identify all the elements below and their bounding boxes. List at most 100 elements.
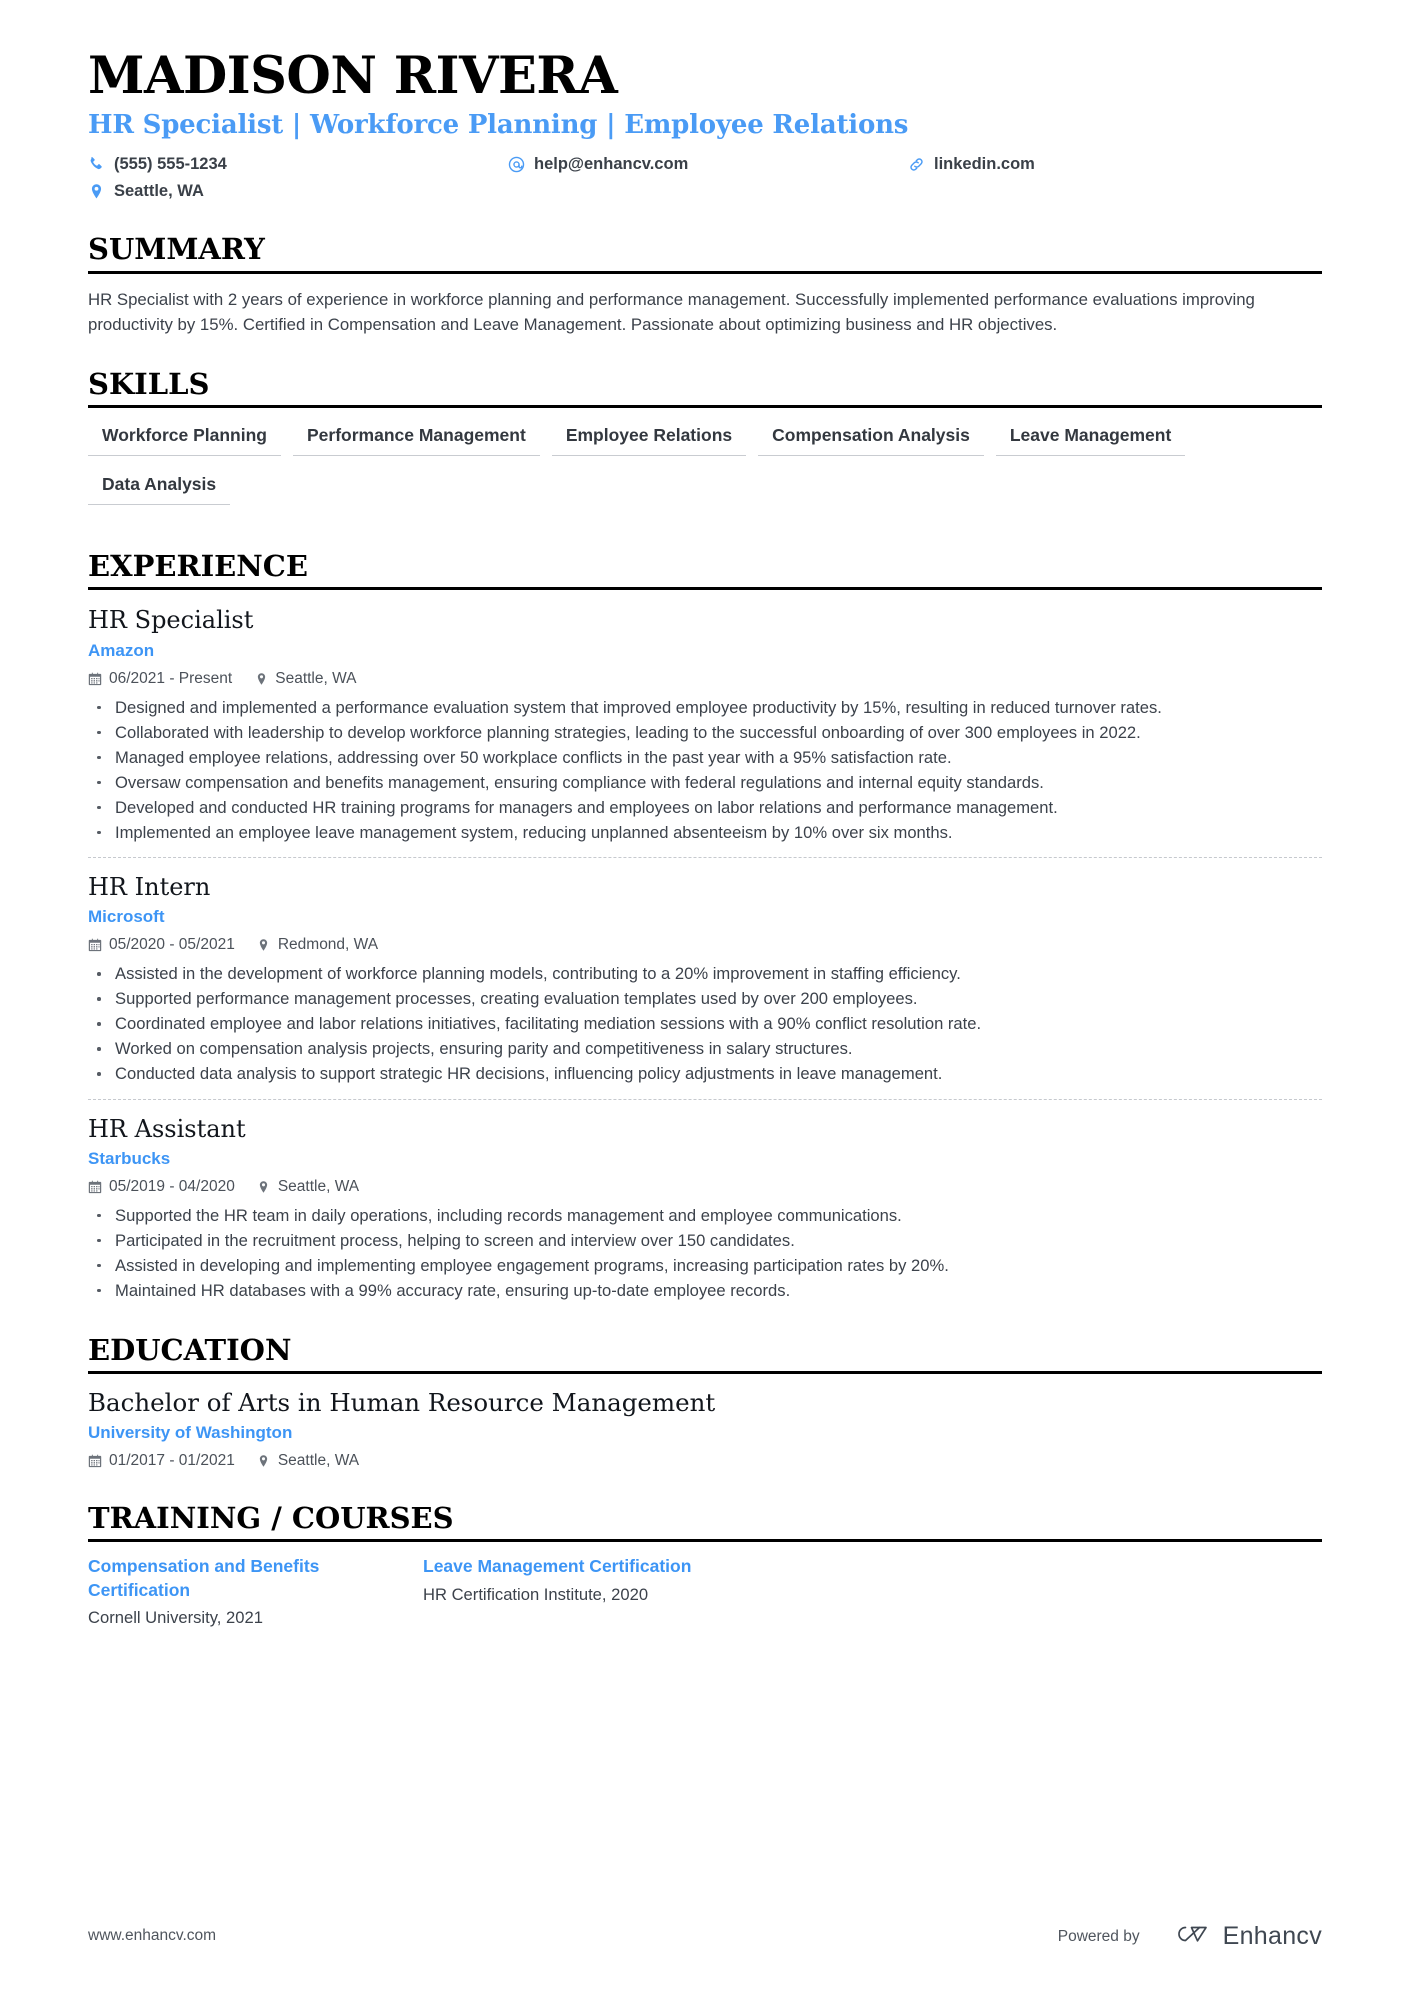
section-experience: EXPERIENCE HR Specialist Amazon 06/2021 … <box>88 549 1322 1303</box>
skills-list: Workforce Planning Performance Managemen… <box>88 421 1322 519</box>
skill-tag: Workforce Planning <box>88 421 281 457</box>
section-training: TRAINING / COURSES Compensation and Bene… <box>88 1501 1322 1629</box>
powered-by-label: Powered by <box>1057 1927 1140 1945</box>
contact-email-text: help@enhancv.com <box>534 154 689 173</box>
calendar-icon <box>88 938 102 953</box>
job-dates: 05/2020 - 05/2021 <box>88 935 235 955</box>
bullet-item: Assisted in the development of workforce… <box>88 962 1320 986</box>
location-icon <box>88 183 105 200</box>
bullet-item: Managed employee relations, addressing o… <box>88 746 1320 770</box>
job-location-text: Seattle, WA <box>275 669 357 687</box>
resume-page: MADISON RIVERA HR Specialist | Workforce… <box>0 0 1410 1995</box>
job-location-text: Redmond, WA <box>277 936 379 954</box>
skill-tag: Data Analysis <box>88 470 231 506</box>
courses-list: Compensation and Benefits Certification … <box>88 1555 1322 1629</box>
contact-email[interactable]: help@enhancv.com <box>508 153 908 175</box>
course-provider: Cornell University, 2021 <box>88 1607 263 1627</box>
section-skills: SKILLS Workforce Planning Performance Ma… <box>88 367 1322 519</box>
skill-tag: Performance Management <box>292 421 540 457</box>
summary-text: HR Specialist with 2 years of experience… <box>88 289 1255 334</box>
job-bullets: Supported the HR team in daily operation… <box>88 1204 1322 1303</box>
skill-tag: Leave Management <box>995 421 1186 457</box>
section-summary: SUMMARY HR Specialist with 2 years of ex… <box>88 232 1322 337</box>
bullet-item: Implemented an employee leave management… <box>88 821 1320 845</box>
bullet-item: Supported the HR team in daily operation… <box>88 1204 1320 1228</box>
job-dates: 06/2021 - Present <box>88 669 232 689</box>
section-title-summary: SUMMARY <box>88 232 1322 274</box>
job-location: Redmond, WA <box>257 935 378 955</box>
education-dates-text: 01/2017 - 01/2021 <box>109 1451 235 1469</box>
resume-header: MADISON RIVERA HR Specialist | Workforce… <box>88 0 1322 202</box>
bullet-item: Oversaw compensation and benefits manage… <box>88 771 1320 795</box>
course-name[interactable]: Compensation and Benefits Certification <box>88 1555 388 1602</box>
company-name[interactable]: Starbucks <box>88 1148 1322 1171</box>
footer-branding: Powered by Enhancv <box>1058 1921 1322 1952</box>
contact-location: Seattle, WA <box>88 180 508 202</box>
company-name[interactable]: Amazon <box>88 640 1322 663</box>
experience-entry: HR Specialist Amazon 06/2021 - Present S… <box>88 603 1322 845</box>
job-location-text: Seattle, WA <box>277 1177 360 1195</box>
section-title-experience: EXPERIENCE <box>88 549 1322 591</box>
job-location: Seattle, WA <box>257 1177 359 1197</box>
email-icon <box>508 156 525 173</box>
enhancv-wordmark: Enhancv <box>1222 1922 1322 1950</box>
job-bullets: Assisted in the development of workforce… <box>88 962 1322 1086</box>
job-title: HR Intern <box>88 873 211 902</box>
degree-title: Bachelor of Arts in Human Resource Manag… <box>88 1388 716 1418</box>
education-entry: Bachelor of Arts in Human Resource Manag… <box>88 1387 1322 1471</box>
calendar-icon <box>88 671 102 686</box>
job-meta: 05/2020 - 05/2021 Redmond, WA <box>88 935 1322 955</box>
contact-linkedin-text: linkedin.com <box>934 154 1035 173</box>
contact-details: (555) 555-1234 help@enhancv.com linkedin… <box>88 153 1322 203</box>
job-dates: 05/2019 - 04/2020 <box>88 1177 235 1197</box>
calendar-icon <box>88 1179 102 1194</box>
bullet-item: Participated in the recruitment process,… <box>88 1229 1320 1253</box>
course-entry: Leave Management Certification HR Certif… <box>423 1555 1322 1629</box>
job-meta: 06/2021 - Present Seattle, WA <box>88 669 1322 689</box>
company-name[interactable]: Microsoft <box>88 906 1322 929</box>
job-title: HR Specialist <box>88 606 254 635</box>
bullet-item: Coordinated employee and labor relations… <box>88 1012 1320 1036</box>
page-footer: www.enhancv.com Powered by Enhancv <box>88 1921 1322 1952</box>
bullet-item: Developed and conducted HR training prog… <box>88 796 1320 820</box>
contact-phone[interactable]: (555) 555-1234 <box>88 153 508 175</box>
contact-linkedin[interactable]: linkedin.com <box>908 153 1322 175</box>
job-meta: 05/2019 - 04/2020 Seattle, WA <box>88 1177 1322 1197</box>
job-location: Seattle, WA <box>254 669 357 689</box>
bullet-item: Worked on compensation analysis projects… <box>88 1037 1320 1061</box>
job-dates-text: 05/2019 - 04/2020 <box>109 1177 235 1195</box>
location-icon <box>257 1454 271 1469</box>
course-entry: Compensation and Benefits Certification … <box>88 1555 423 1629</box>
job-dates-text: 05/2020 - 05/2021 <box>109 936 235 954</box>
bullet-item: Supported performance management process… <box>88 987 1320 1011</box>
location-icon <box>257 938 271 953</box>
education-location: Seattle, WA <box>257 1451 359 1471</box>
job-bullets: Designed and implemented a performance e… <box>88 696 1322 845</box>
bullet-item: Collaborated with leadership to develop … <box>88 721 1320 745</box>
course-name[interactable]: Leave Management Certification <box>423 1555 723 1578</box>
section-education: EDUCATION Bachelor of Arts in Human Reso… <box>88 1333 1322 1471</box>
link-icon <box>908 156 925 173</box>
contact-phone-text: (555) 555-1234 <box>114 154 227 173</box>
experience-entry: HR Assistant Starbucks 05/2019 - 04/2020… <box>88 1098 1322 1303</box>
calendar-icon <box>88 1454 102 1469</box>
bullet-item: Conducted data analysis to support strat… <box>88 1062 1320 1086</box>
bullet-item: Designed and implemented a performance e… <box>88 696 1320 720</box>
footer-website-url[interactable]: www.enhancv.com <box>88 1926 216 1946</box>
bullet-item: Assisted in developing and implementing … <box>88 1254 1320 1278</box>
phone-icon <box>88 156 105 173</box>
experience-entry: HR Intern Microsoft 05/2020 - 05/2021 Re… <box>88 857 1322 1087</box>
education-meta: 01/2017 - 01/2021 Seattle, WA <box>88 1451 1322 1471</box>
location-icon <box>257 1179 271 1194</box>
skill-tag: Compensation Analysis <box>758 421 984 457</box>
bullet-item: Maintained HR databases with a 99% accur… <box>88 1279 1320 1303</box>
section-title-skills: SKILLS <box>88 367 1322 409</box>
section-title-education: EDUCATION <box>88 1333 1322 1375</box>
enhancv-mark-icon <box>1166 1921 1212 1952</box>
page-title: MADISON RIVERA <box>88 46 618 106</box>
education-location-text: Seattle, WA <box>277 1451 360 1469</box>
skill-tag: Employee Relations <box>551 421 747 457</box>
enhancv-logo[interactable]: Enhancv <box>1166 1921 1322 1952</box>
school-name[interactable]: University of Washington <box>88 1422 1322 1445</box>
professional-headline: HR Specialist | Workforce Planning | Emp… <box>88 110 909 141</box>
